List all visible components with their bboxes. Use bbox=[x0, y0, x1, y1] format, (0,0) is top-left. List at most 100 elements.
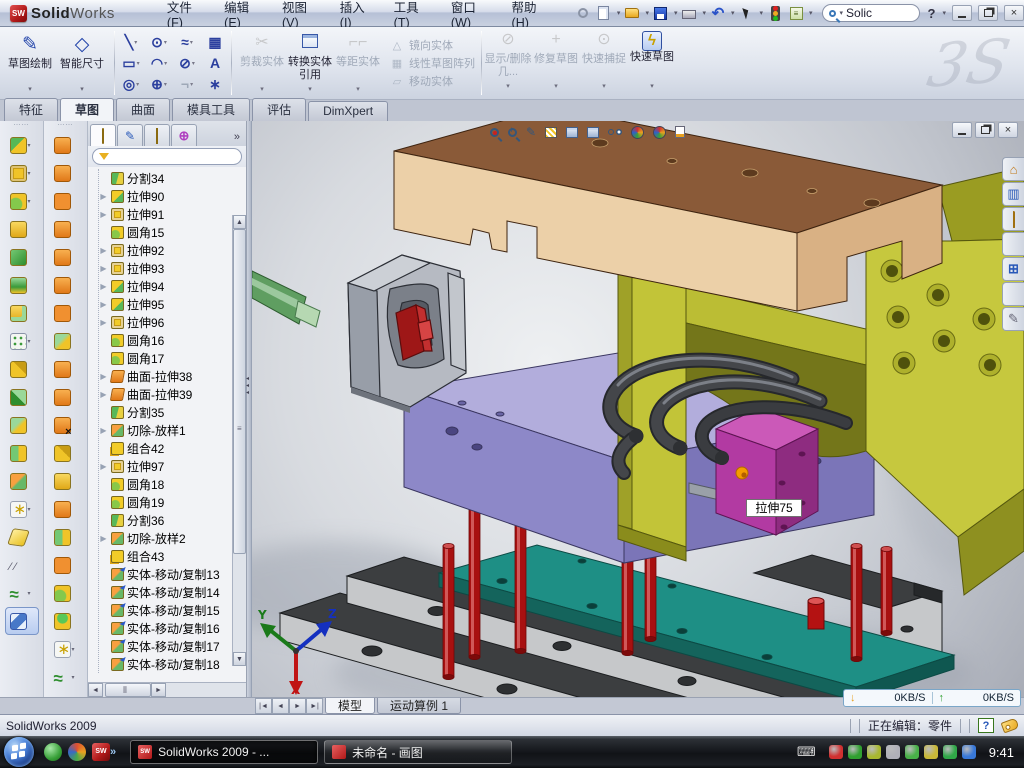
tree-item[interactable]: ▶ 切除-放样2 bbox=[99, 529, 246, 547]
toolbar-button[interactable] bbox=[54, 523, 78, 551]
quick-tips-button[interactable]: ? bbox=[978, 718, 994, 733]
quick-launch-icon[interactable] bbox=[44, 743, 62, 761]
tree-item[interactable]: ▶ 拉伸92 bbox=[99, 241, 246, 259]
tree-item[interactable]: ▶ 曲面-拉伸38 bbox=[99, 367, 246, 385]
toolbar-button[interactable] bbox=[54, 327, 78, 355]
quick-launch-icon[interactable]: SW bbox=[92, 743, 110, 761]
tray-icon[interactable] bbox=[848, 745, 862, 759]
sketch-entity-button[interactable]: A bbox=[201, 53, 229, 74]
sketch-entity-button[interactable]: ⊘ bbox=[173, 53, 201, 74]
expand-arrow-icon[interactable]: ▶ bbox=[99, 192, 108, 201]
command-tab[interactable]: 草图 bbox=[60, 98, 114, 121]
tree-item[interactable]: ▶ 拉伸91 bbox=[99, 205, 246, 223]
tray-icon[interactable] bbox=[829, 745, 843, 759]
tree-item[interactable]: ▶ 拉伸94 bbox=[99, 277, 246, 295]
taskbar-task-button[interactable]: 未命名 - 画图 bbox=[324, 740, 512, 764]
ribbon-button[interactable]: 转换实体引用 ▾ bbox=[286, 30, 334, 96]
tab-nav-button[interactable]: ►| bbox=[306, 698, 323, 714]
minimize-button[interactable] bbox=[952, 5, 972, 21]
toolbar-button[interactable] bbox=[10, 159, 34, 187]
tree-item[interactable]: ▶ 切除-放样1 bbox=[99, 421, 246, 439]
hud-button[interactable] bbox=[631, 126, 645, 139]
command-tab[interactable]: 模具工具 bbox=[172, 98, 250, 121]
hud-button[interactable] bbox=[508, 128, 518, 137]
doc-close-button[interactable]: × bbox=[998, 122, 1018, 138]
panel-tab[interactable] bbox=[171, 124, 197, 146]
tray-icon[interactable] bbox=[943, 745, 957, 759]
doc-restore-button[interactable] bbox=[975, 122, 995, 138]
scroll-thumb[interactable] bbox=[105, 683, 151, 697]
expand-arrow-icon[interactable]: ▶ bbox=[99, 534, 108, 543]
open-button[interactable] bbox=[623, 5, 641, 22]
tray-icon[interactable] bbox=[962, 745, 976, 759]
sketch-entity-button[interactable]: ▭ bbox=[117, 53, 145, 74]
command-tab[interactable]: DimXpert bbox=[308, 101, 388, 121]
tree-item[interactable]: ▶ 组合42 bbox=[99, 439, 246, 457]
model-tab[interactable]: 运动算例 1 bbox=[377, 698, 461, 714]
tree-item[interactable]: ▶ 分割35 bbox=[99, 403, 246, 421]
tree-horizontal-scrollbar[interactable]: ◄ ► bbox=[88, 682, 246, 697]
options-button[interactable]: ≡ bbox=[787, 5, 805, 22]
tree-item[interactable]: ▶ 实体-移动/复制18 bbox=[99, 655, 246, 673]
tree-item[interactable]: ▶ 拉伸93 bbox=[99, 259, 246, 277]
graphics-viewport[interactable]: Y Z X bbox=[252, 121, 1024, 697]
toolbar-button[interactable] bbox=[10, 495, 34, 523]
restore-button[interactable] bbox=[978, 5, 998, 21]
ribbon-big-button[interactable]: ◇ 智能尺寸 ▾ bbox=[56, 30, 108, 96]
toolbar-button[interactable] bbox=[10, 243, 34, 271]
taskbar-task-button[interactable]: SW SolidWorks 2009 - ... bbox=[130, 740, 318, 764]
scroll-thumb[interactable] bbox=[233, 229, 246, 554]
toolbar-button[interactable] bbox=[54, 411, 78, 439]
new-document-button[interactable] bbox=[595, 5, 613, 22]
ribbon-stack-button[interactable]: ▦ 线性草图阵列 bbox=[390, 55, 475, 71]
toolbar-button[interactable] bbox=[54, 635, 78, 663]
ribbon-big-button[interactable]: ✎ 草图绘制 ▾ bbox=[4, 30, 56, 96]
dropdown-arrow-icon[interactable] bbox=[28, 338, 34, 345]
select-button[interactable] bbox=[738, 5, 756, 22]
sketch-entity-button[interactable]: ⊕ bbox=[145, 74, 173, 95]
undo-button[interactable]: ↶ bbox=[709, 5, 727, 22]
sketch-entity-button[interactable]: ≈ bbox=[173, 32, 201, 53]
menu-item[interactable]: 工具(T) bbox=[394, 0, 427, 30]
dropdown-arrow-icon[interactable] bbox=[28, 170, 34, 177]
menu-item[interactable]: 视图(V) bbox=[282, 0, 316, 30]
toolbar-button[interactable] bbox=[54, 131, 78, 159]
quick-launch-icon[interactable] bbox=[68, 743, 86, 761]
tab-nav-button[interactable]: ► bbox=[289, 698, 306, 714]
sketch-entity-button[interactable]: ╲ bbox=[117, 32, 145, 53]
ribbon-button[interactable]: ⊘ 显示/删除几... ▾ bbox=[484, 27, 532, 93]
tree-item[interactable]: ▶ 实体-移动/复制14 bbox=[99, 583, 246, 601]
hud-button[interactable] bbox=[653, 126, 667, 139]
toolbar-button[interactable] bbox=[10, 411, 34, 439]
ribbon-button[interactable]: ϟ 快速草图 ▾ bbox=[628, 27, 676, 93]
ribbon-button[interactable]: ✂ 剪裁实体 ▾ bbox=[238, 30, 286, 96]
scroll-left-button[interactable]: ◄ bbox=[88, 683, 103, 697]
expand-arrow-icon[interactable]: ▶ bbox=[99, 246, 108, 255]
tree-item[interactable]: ▶ 圆角16 bbox=[99, 331, 246, 349]
task-pane-tab[interactable] bbox=[1002, 257, 1024, 281]
hud-button[interactable] bbox=[566, 127, 579, 138]
panel-tab[interactable] bbox=[117, 124, 143, 146]
tree-item[interactable]: ▶ 实体-移动/复制15 bbox=[99, 601, 246, 619]
3d-model[interactable]: Y Z X bbox=[252, 121, 1024, 697]
tray-icon[interactable] bbox=[924, 745, 938, 759]
task-pane-tab[interactable] bbox=[1002, 232, 1024, 256]
dropdown-arrow-icon[interactable]: ▾ bbox=[554, 83, 558, 91]
toolbar-button[interactable] bbox=[54, 271, 78, 299]
task-pane-tab[interactable] bbox=[1002, 207, 1024, 231]
toolbar-button[interactable] bbox=[54, 579, 78, 607]
tree-item[interactable]: ▶ 实体-移动/复制16 bbox=[99, 619, 246, 637]
tree-filter-input[interactable] bbox=[92, 148, 242, 165]
dropdown-arrow-icon[interactable]: ▾ bbox=[506, 83, 510, 91]
tray-icon[interactable] bbox=[867, 745, 881, 759]
toolbar-button[interactable] bbox=[10, 355, 34, 383]
toolbar-button[interactable] bbox=[54, 439, 78, 467]
scroll-down-button[interactable]: ▼ bbox=[233, 652, 246, 666]
tree-item[interactable]: ▶ 圆角15 bbox=[99, 223, 246, 241]
toolbar-button[interactable] bbox=[54, 383, 78, 411]
expand-arrow-icon[interactable]: ▶ bbox=[99, 300, 108, 309]
toolbar-button[interactable] bbox=[10, 579, 34, 607]
toolbar-button[interactable] bbox=[54, 663, 78, 691]
expand-arrow-icon[interactable]: ▶ bbox=[99, 372, 108, 381]
sketch-entity-button[interactable]: ◠ bbox=[145, 53, 173, 74]
